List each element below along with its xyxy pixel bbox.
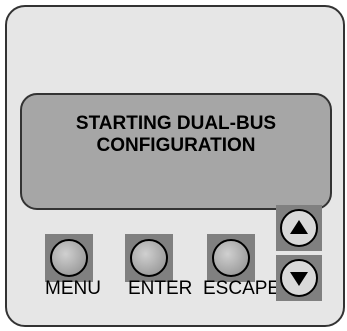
enter-label: ENTER	[128, 278, 193, 299]
display-line-2: CONFIGURATION	[96, 135, 256, 156]
enter-button-knob	[130, 239, 168, 277]
lcd-display: STARTING DUAL-BUS CONFIGURATION	[20, 93, 332, 210]
display-line-1: STARTING DUAL-BUS	[75, 113, 277, 134]
escape-label: ESCAPE	[203, 278, 281, 299]
enter-button[interactable]	[125, 234, 173, 282]
escape-button-knob	[212, 239, 250, 277]
scroll-down-button[interactable]	[276, 255, 322, 301]
arrow-down-icon	[280, 259, 318, 297]
arrow-up-icon	[280, 209, 318, 247]
scroll-up-button[interactable]	[276, 205, 322, 251]
escape-button[interactable]	[207, 234, 255, 282]
menu-button[interactable]	[45, 234, 93, 282]
menu-button-knob	[50, 239, 88, 277]
menu-label: MENU	[45, 278, 101, 299]
